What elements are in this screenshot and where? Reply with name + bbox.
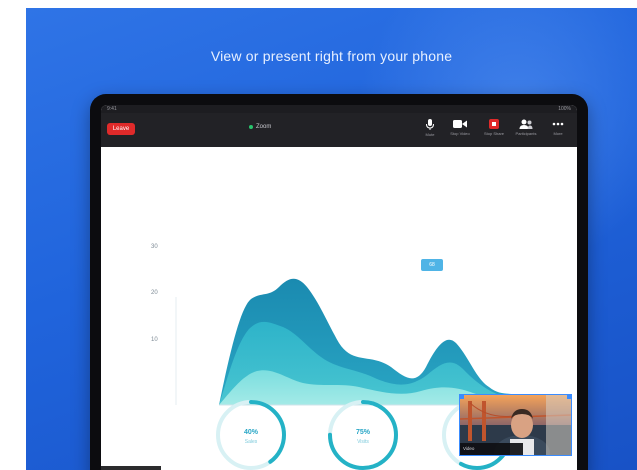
data-tooltip: 68 [421, 259, 443, 271]
promo-banner: View or present right from your phone 9:… [26, 8, 637, 470]
meeting-title: Zoom [249, 124, 271, 130]
status-strip [101, 466, 161, 470]
encryption-indicator-icon [249, 125, 253, 129]
status-time: 9:41 [107, 106, 117, 112]
more-button[interactable]: More [547, 119, 569, 143]
mute-button[interactable]: Mute [419, 119, 441, 143]
more-icon [552, 122, 564, 126]
gauge-value: 40% [243, 429, 258, 436]
tablet-screen: 9:41 100% Leave Zoom Mute Stop Video Sto… [101, 105, 577, 470]
y-tick-label: 20 [151, 290, 158, 296]
resize-handle[interactable] [460, 395, 464, 399]
mute-button-label: Mute [425, 132, 435, 137]
more-button-label: More [553, 131, 563, 136]
gauge-2: 75% Visits [323, 395, 403, 470]
participants-button-label: Participants [515, 131, 537, 136]
stop-video-button-label: Stop Video [450, 131, 470, 136]
stop-share-button[interactable]: Stop Share [483, 119, 505, 143]
gauge-1: 40% Sales [211, 395, 291, 470]
status-bar: 9:41 100% [101, 105, 577, 113]
stop-share-button-label: Stop Share [483, 131, 504, 136]
y-tick-label: 10 [151, 337, 158, 343]
resize-handle[interactable] [567, 395, 571, 399]
promo-headline: View or present right from your phone [210, 48, 453, 64]
gauge-label: Sales [244, 439, 258, 445]
y-tick-label: 30 [151, 244, 158, 250]
video-camera-icon [453, 120, 467, 128]
stop-video-button[interactable]: Stop Video [449, 119, 471, 143]
gauge-value: 75% [355, 429, 370, 436]
video-thumbnail[interactable]: Video [459, 394, 572, 456]
meeting-title-text: Zoom [256, 124, 272, 130]
stop-share-icon [489, 119, 499, 129]
gauge-label: Visits [357, 439, 369, 445]
microphone-icon [426, 119, 434, 130]
tablet-frame: 9:41 100% Leave Zoom Mute Stop Video Sto… [90, 94, 588, 470]
leave-button[interactable]: Leave [107, 123, 135, 135]
participants-icon [519, 119, 533, 129]
status-battery: 100% [558, 106, 571, 112]
participants-button[interactable]: Participants [515, 119, 537, 143]
meeting-toolbar: Leave Zoom Mute Stop Video Stop Share Pa… [101, 113, 577, 147]
video-name-label: Video [460, 443, 523, 455]
